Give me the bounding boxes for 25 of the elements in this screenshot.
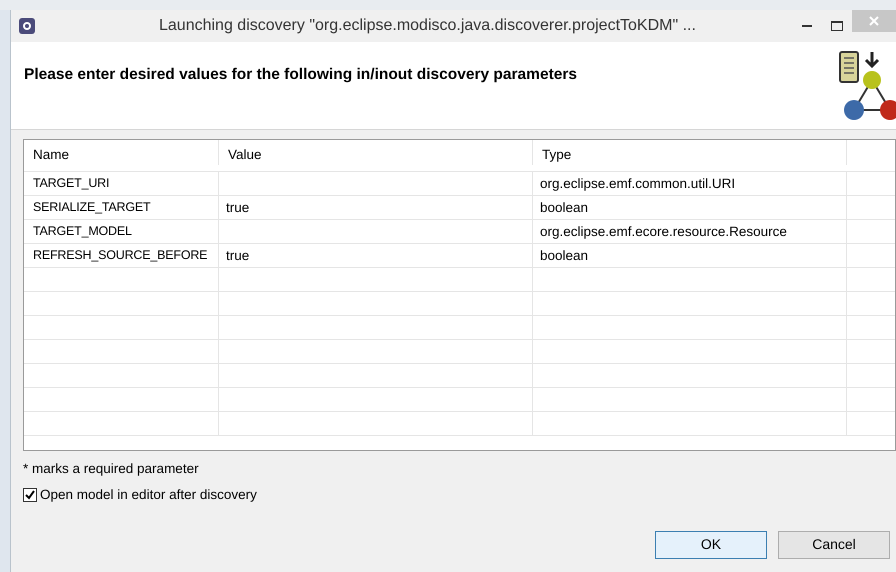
parameter-name-cell: REFRESH_SOURCE_BEFORE [24, 244, 219, 267]
header-message: Please enter desired values for the following in/inout discovery parameters [24, 65, 578, 85]
column-header[interactable]: Name [24, 140, 219, 165]
parameter-value-cell[interactable]: true [219, 244, 533, 267]
window-title: Launching discovery "org.eclipse.modisco.java.discoverer.projectToKDM" ... [159, 16, 696, 36]
maximize-icon [831, 21, 843, 31]
dialog-button[interactable]: Cancel [778, 530, 890, 558]
column-header[interactable]: Type [533, 140, 847, 165]
open-in-editor-label: Open model in editor after discovery [40, 486, 257, 504]
parameter-type-cell: boolean [533, 244, 847, 267]
parameter-type-cell: org.eclipse.emf.common.util.URI [533, 172, 847, 195]
minimize-icon [802, 25, 812, 27]
parameter-type-cell: org.eclipse.emf.ecore.resource.Resource [533, 220, 847, 243]
parameter-name-cell: TARGET_MODEL [24, 220, 219, 243]
column-header[interactable]: Value [219, 140, 533, 165]
open-in-editor-checkbox[interactable] [23, 488, 37, 502]
parameter-value-cell[interactable]: true [219, 196, 533, 219]
checkmark-icon [25, 490, 35, 500]
required-note: * marks a required parameter [23, 460, 200, 478]
close-icon [869, 16, 879, 26]
app-icon [19, 18, 35, 34]
dialog-button[interactable]: OK [655, 530, 767, 558]
parameter-name-cell: TARGET_URI [24, 172, 219, 195]
parameter-type-cell: boolean [533, 196, 847, 219]
parameter-name-cell: SERIALIZE_TARGET [24, 196, 219, 219]
